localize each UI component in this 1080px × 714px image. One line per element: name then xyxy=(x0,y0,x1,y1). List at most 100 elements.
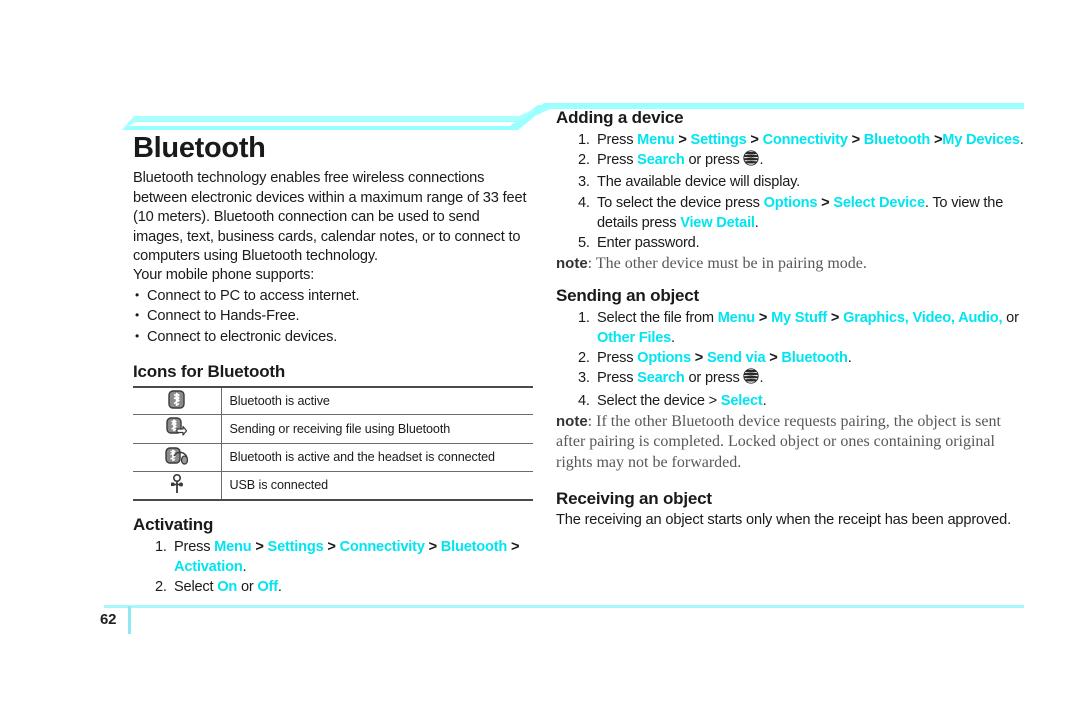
step-lead: Select xyxy=(174,579,218,596)
adding-device-note: note: The other device must be in pairin… xyxy=(556,254,1026,275)
step-item: To select the device press Options > Sel… xyxy=(578,193,1026,233)
adding-a-device-heading: Adding a device xyxy=(556,108,684,127)
receiving-object-body: The receiving an object starts only when… xyxy=(556,512,1012,529)
menu-link[interactable]: Menu xyxy=(637,132,675,148)
note-label: note xyxy=(556,255,588,273)
list-item: Connect to PC to access internet. xyxy=(133,285,533,307)
period: . xyxy=(759,152,764,169)
bluetooth-transfer-icon xyxy=(166,416,188,441)
step-item: Press Search or press . xyxy=(578,368,1026,390)
icon-description: Sending or receiving file using Bluetoot… xyxy=(221,413,533,444)
step-lead: Press xyxy=(174,538,215,555)
press-text: or press xyxy=(684,152,744,169)
page-number-accent-bar xyxy=(128,606,131,634)
step-item: Select the file from Menu > My Stuff > G… xyxy=(578,308,1026,348)
menu-link[interactable]: Menu xyxy=(214,539,252,555)
supports-lead: Your mobile phone supports: xyxy=(133,267,315,284)
left-column: Bluetooth Bluetooth technology enables f… xyxy=(133,133,533,597)
bluetooth-link[interactable]: Bluetooth xyxy=(864,132,930,148)
bluetooth-headset-icon xyxy=(165,446,189,469)
connectivity-link[interactable]: Connectivity xyxy=(763,132,848,148)
table-row: USB is connected xyxy=(133,470,533,501)
activating-heading: Activating xyxy=(133,514,214,534)
icons-for-bluetooth-heading: Icons for Bluetooth xyxy=(133,361,286,381)
menu-link[interactable]: Menu xyxy=(718,310,756,326)
separator: > xyxy=(690,350,707,367)
period: . xyxy=(847,350,852,367)
select-device-link[interactable]: Select Device xyxy=(833,195,925,211)
step-item: The available device will display. xyxy=(578,172,801,192)
bluetooth-link[interactable]: Bluetooth xyxy=(441,539,507,555)
select-link[interactable]: Select xyxy=(721,393,763,409)
att-globe-icon xyxy=(743,368,760,390)
usb-connected-icon-cell xyxy=(133,470,222,501)
options-link[interactable]: Options xyxy=(637,350,691,366)
or-text: or xyxy=(237,579,258,596)
separator: > xyxy=(817,194,834,211)
graphics-video-audio-link[interactable]: Graphics, Video, Audio, xyxy=(843,310,1002,326)
send-via-link[interactable]: Send via xyxy=(707,350,766,366)
period: . xyxy=(1019,132,1024,148)
bluetooth-active-icon xyxy=(168,389,185,412)
on-link[interactable]: On xyxy=(217,579,237,595)
icon-description: Bluetooth is active xyxy=(221,385,533,415)
step-lead: Select the device > xyxy=(597,392,721,409)
separator: > xyxy=(755,309,772,326)
sending-an-object-heading: Sending an object xyxy=(556,285,700,305)
my-devices-link[interactable]: My Devices xyxy=(942,132,1020,148)
settings-link[interactable]: Settings xyxy=(691,132,747,148)
sending-object-note: note: If the other Bluetooth device requ… xyxy=(556,412,1026,474)
separator: > xyxy=(930,132,943,148)
step-item: Select On or Off. xyxy=(155,577,533,597)
icon-description: USB is connected xyxy=(221,470,533,501)
intro-paragraph: Bluetooth technology enables free wirele… xyxy=(133,170,527,265)
att-globe-icon xyxy=(743,150,760,172)
other-files-link[interactable]: Other Files xyxy=(597,330,671,346)
search-link[interactable]: Search xyxy=(637,370,685,386)
view-detail-link[interactable]: View Detail xyxy=(680,215,755,231)
settings-link[interactable]: Settings xyxy=(268,539,324,555)
separator: > xyxy=(251,538,268,555)
step-item: Press Options > Send via > Bluetooth. xyxy=(578,348,1026,368)
right-column: Adding a device Press Menu > Settings > … xyxy=(556,108,1026,531)
bluetooth-link[interactable]: Bluetooth xyxy=(781,350,847,366)
activating-steps: Press Menu > Settings > Connectivity > B… xyxy=(133,537,533,598)
my-stuff-link[interactable]: My Stuff xyxy=(771,310,827,326)
page-title: Bluetooth xyxy=(133,132,266,164)
separator: > xyxy=(765,350,782,367)
connectivity-link[interactable]: Connectivity xyxy=(340,539,425,555)
bluetooth-transfer-icon-cell xyxy=(133,413,222,444)
step-lead: Select the file from xyxy=(597,309,718,326)
step-lead: Press xyxy=(597,370,638,387)
or-text: or xyxy=(1002,309,1019,326)
table-row: Sending or receiving file using Bluetoot… xyxy=(133,413,533,444)
press-text: or press xyxy=(684,370,744,387)
off-link[interactable]: Off xyxy=(257,579,278,595)
table-row: Bluetooth is active xyxy=(133,385,533,415)
separator: > xyxy=(746,132,763,148)
separator: > xyxy=(323,538,340,555)
bluetooth-icon-table: Bluetooth is active Sending or receiving… xyxy=(133,385,533,501)
table-row: Bluetooth is active and the headset is c… xyxy=(133,442,533,472)
separator: > xyxy=(507,538,520,555)
search-link[interactable]: Search xyxy=(637,152,685,168)
separator: > xyxy=(847,132,864,148)
period: . xyxy=(759,370,764,387)
step-item: Press Menu > Settings > Connectivity > B… xyxy=(155,537,533,577)
note-text: : The other device must be in pairing mo… xyxy=(587,255,867,273)
receiving-an-object-heading: Receiving an object xyxy=(556,489,712,509)
step-item: Press Search or press . xyxy=(578,150,1026,172)
step-lead: To select the device press xyxy=(597,194,764,211)
options-link[interactable]: Options xyxy=(764,195,818,211)
period: . xyxy=(277,579,282,596)
sending-object-steps: Select the file from Menu > My Stuff > G… xyxy=(556,308,1026,411)
step-item: Press Menu > Settings > Connectivity > B… xyxy=(578,130,1026,150)
separator: > xyxy=(827,309,844,326)
separator: > xyxy=(424,538,441,555)
icon-description: Bluetooth is active and the headset is c… xyxy=(221,442,533,472)
step-lead: Press xyxy=(597,350,638,367)
activation-link[interactable]: Activation xyxy=(174,559,243,575)
list-item: Connect to Hands-Free. xyxy=(133,305,533,327)
step-lead: Press xyxy=(597,152,638,169)
manual-page: Bluetooth Bluetooth technology enables f… xyxy=(0,0,1080,714)
